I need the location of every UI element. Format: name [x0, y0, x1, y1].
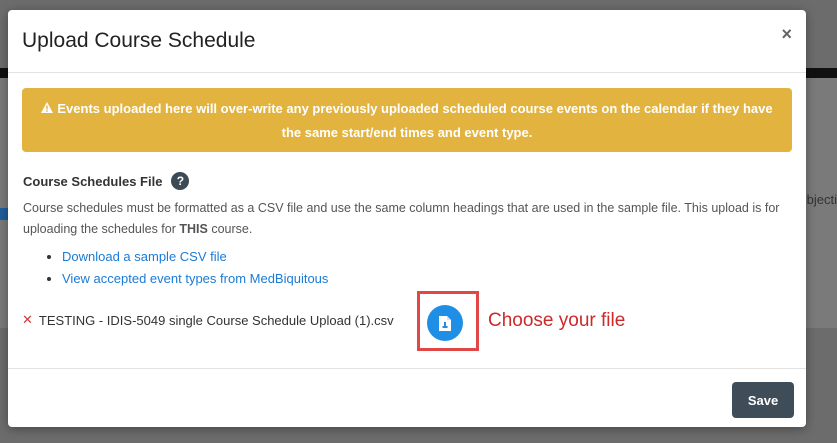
- section-title: Course Schedules File ?: [23, 172, 190, 190]
- upload-modal: Upload Course Schedule × Events uploaded…: [8, 10, 806, 427]
- help-icon[interactable]: ?: [171, 172, 190, 190]
- remove-icon[interactable]: ✕: [22, 312, 33, 328]
- description-bold: THIS: [179, 222, 208, 236]
- close-icon[interactable]: ×: [781, 24, 792, 45]
- modal-title: Upload Course Schedule: [22, 29, 256, 52]
- modal-footer: Save: [8, 368, 806, 428]
- background-edge-text: bjecti: [806, 192, 837, 207]
- description-text-1: Course schedules must be formatted as a …: [23, 201, 780, 236]
- warning-alert: Events uploaded here will over-write any…: [22, 88, 792, 152]
- choose-file-button[interactable]: [427, 305, 463, 341]
- background-tab: [0, 208, 8, 220]
- event-types-link[interactable]: View accepted event types from MedBiquit…: [62, 271, 328, 286]
- selected-file-row: ✕ TESTING - IDIS-5049 single Course Sche…: [22, 312, 394, 328]
- file-name: TESTING - IDIS-5049 single Course Schedu…: [38, 312, 394, 328]
- sample-csv-link[interactable]: Download a sample CSV file: [62, 249, 227, 264]
- description: Course schedules must be formatted as a …: [23, 198, 793, 240]
- warning-icon: [41, 98, 54, 121]
- list-item: Download a sample CSV file: [62, 246, 328, 268]
- description-text-2: course.: [207, 222, 253, 236]
- section-title-text: Course Schedules File: [23, 173, 163, 189]
- choose-file-annotation: Choose your file: [488, 310, 626, 331]
- links-list: Download a sample CSV file View accepted…: [36, 246, 328, 290]
- file-icon: [439, 315, 451, 331]
- alert-text: Events uploaded here will over-write any…: [57, 101, 773, 140]
- list-item: View accepted event types from MedBiquit…: [62, 268, 328, 290]
- modal-header: Upload Course Schedule ×: [8, 10, 806, 73]
- save-button[interactable]: Save: [732, 382, 794, 418]
